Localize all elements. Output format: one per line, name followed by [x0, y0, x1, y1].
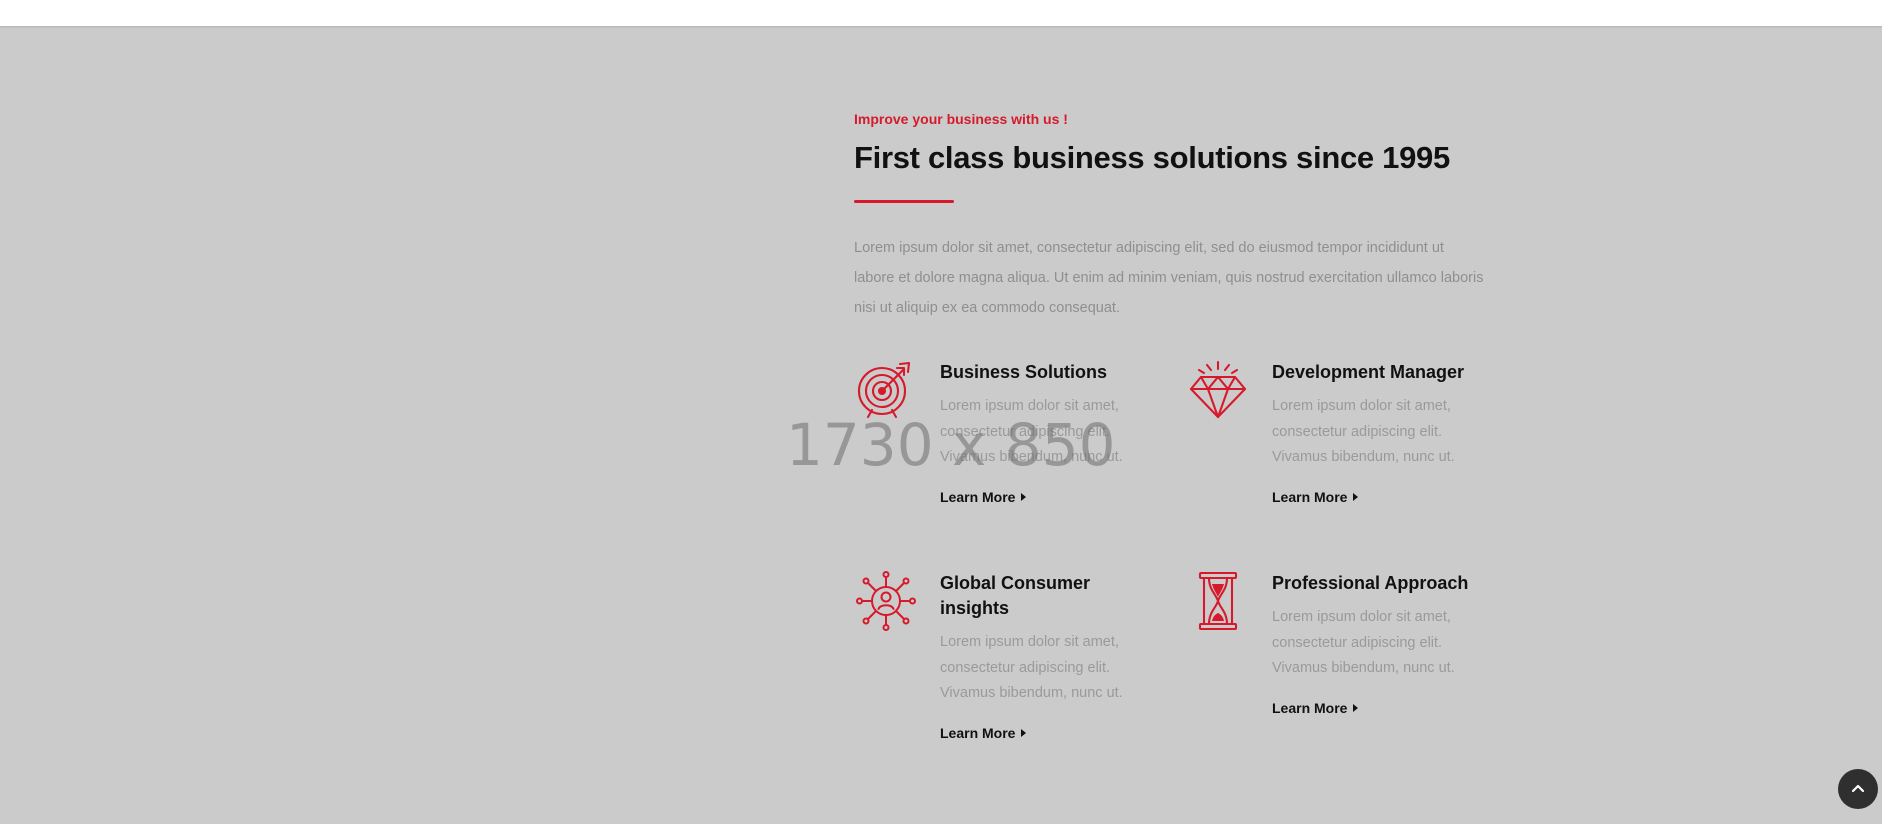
target-icon [854, 358, 918, 422]
feature-title: Business Solutions [940, 362, 1108, 382]
feature-description: Lorem ipsum dolor sit amet, consectetur … [1272, 398, 1455, 465]
top-header-bar [0, 0, 1882, 54]
caret-right-icon [1021, 493, 1027, 501]
section-eyebrow: Improve your business with us ! [854, 111, 1068, 127]
learn-more-link-professional-approach[interactable]: Learn More [1272, 699, 1359, 717]
section-intro: Lorem ipsum dolor sit amet, consectetur … [854, 240, 1484, 316]
content-column: Improve your business with us ! First cl… [854, 110, 1484, 741]
learn-more-label: Learn More [940, 488, 1016, 505]
feature-text: Global Consumer insights Lorem ipsum dol… [940, 569, 1150, 743]
hourglass-icon [1186, 569, 1250, 633]
feature-description: Lorem ipsum dolor sit amet, consectetur … [1272, 609, 1455, 676]
learn-more-label: Learn More [1272, 488, 1348, 505]
business-solutions-section: 1730 x 850 Improve your business with us… [0, 28, 1882, 824]
feature-title: Professional Approach [1272, 573, 1469, 593]
feature-text: Business Solutions Lorem ipsum dolor sit… [940, 358, 1150, 507]
section-title: First class business solutions since 199… [854, 140, 1450, 175]
features-grid: Business Solutions Lorem ipsum dolor sit… [854, 358, 1484, 741]
feature-title: Development Manager [1272, 362, 1465, 382]
learn-more-link-business-solutions[interactable]: Learn More [940, 488, 1027, 506]
feature-title: Global Consumer insights [940, 573, 1091, 618]
scroll-to-top-button[interactable] [1838, 769, 1878, 809]
learn-more-label: Learn More [1272, 699, 1348, 716]
chevron-up-icon [1851, 784, 1865, 793]
feature-text: Professional Approach Lorem ipsum dolor … [1272, 569, 1482, 718]
feature-description: Lorem ipsum dolor sit amet, consectetur … [940, 634, 1123, 701]
title-underline [854, 200, 954, 203]
learn-more-link-development-manager[interactable]: Learn More [1272, 488, 1359, 506]
diamond-icon [1186, 358, 1250, 422]
caret-right-icon [1353, 493, 1359, 501]
learn-more-label: Learn More [940, 724, 1016, 741]
feature-text: Development Manager Lorem ipsum dolor si… [1272, 358, 1482, 507]
feature-description: Lorem ipsum dolor sit amet, consectetur … [940, 398, 1123, 465]
network-user-icon [854, 569, 918, 633]
learn-more-link-global-consumer-insights[interactable]: Learn More [940, 724, 1027, 742]
caret-right-icon [1353, 704, 1359, 712]
caret-right-icon [1021, 729, 1027, 737]
